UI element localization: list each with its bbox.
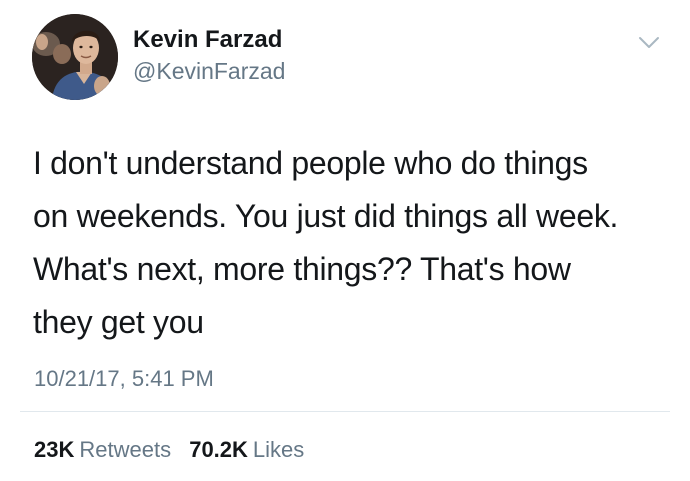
tweet-text: I don't understand people who do things … <box>33 137 663 349</box>
tweet-timestamp[interactable]: 10/21/17, 5:41 PM <box>34 365 214 393</box>
avatar[interactable] <box>32 14 118 100</box>
likes-count: 70.2K <box>189 437 248 462</box>
likes-stat[interactable]: 70.2K Likes <box>189 436 304 464</box>
retweets-stat[interactable]: 23K Retweets <box>34 436 171 464</box>
tweet-menu-button[interactable] <box>637 32 661 54</box>
tweet-text-line: What's next, more things?? That's how <box>33 251 571 287</box>
author-handle[interactable]: @KevinFarzad <box>133 57 285 85</box>
retweets-count: 23K <box>34 437 75 462</box>
author-name[interactable]: Kevin Farzad <box>133 26 282 54</box>
chevron-down-icon <box>639 37 659 48</box>
divider <box>20 411 670 412</box>
tweet-stats: 23K Retweets 70.2K Likes <box>34 436 316 464</box>
retweets-label: Retweets <box>79 437 172 462</box>
tweet-text-line: they get you <box>33 304 204 340</box>
avatar-photo <box>32 14 118 100</box>
tweet-text-line: on weekends. You just did things all wee… <box>33 198 619 234</box>
tweet-card: Kevin Farzad @KevinFarzad I don't unders… <box>0 0 690 481</box>
tweet-text-line: I don't understand people who do things <box>33 145 588 181</box>
likes-label: Likes <box>252 437 305 462</box>
